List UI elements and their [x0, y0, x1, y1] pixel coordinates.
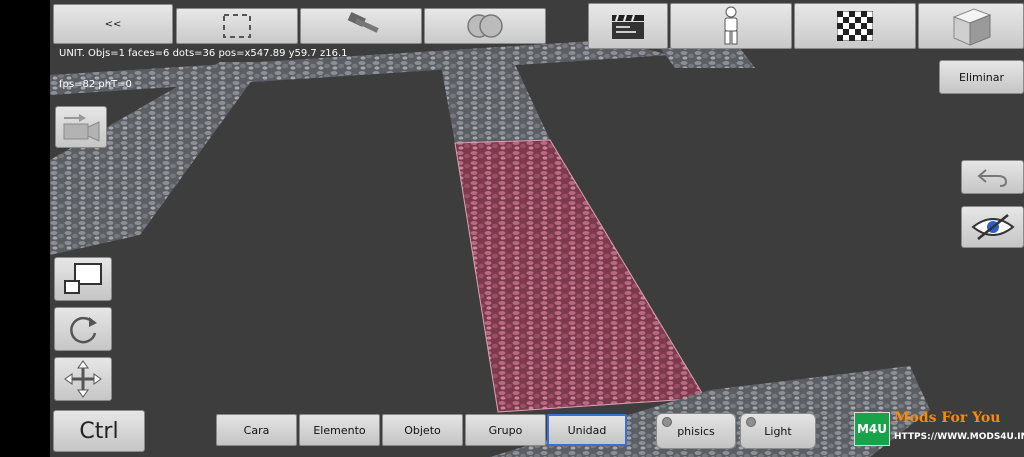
3d-viewport[interactable] — [50, 0, 1024, 457]
mode-cara-button[interactable]: Cara — [216, 414, 297, 446]
delete-button[interactable]: Eliminar — [939, 60, 1024, 94]
mode-objeto-button[interactable]: Objeto — [382, 414, 463, 446]
cube-button[interactable] — [918, 3, 1024, 49]
camera-icon — [63, 114, 100, 142]
clapperboard-icon — [612, 14, 644, 39]
gravel-path-center — [440, 58, 550, 143]
character-button[interactable] — [670, 3, 792, 49]
physics-toggle[interactable]: phisics — [656, 413, 736, 449]
toggle-indicator-icon — [746, 417, 756, 427]
physics-label: phisics — [677, 424, 715, 438]
visibility-toggle-button[interactable] — [961, 206, 1024, 248]
scale-icon — [64, 263, 102, 294]
boolean-button[interactable] — [424, 8, 546, 44]
mode-unidad-button[interactable]: Unidad — [547, 414, 627, 446]
undo-icon — [976, 169, 1007, 187]
gravel-path-right-far — [660, 48, 755, 68]
object-info-readout: UNIT. Objs=1 faces=6 dots=36 pos=x547.89… — [59, 48, 348, 59]
circles-icon — [467, 14, 503, 38]
light-label: Light — [764, 424, 792, 438]
undo-button[interactable] — [961, 160, 1024, 194]
scene-canvas[interactable] — [50, 0, 1024, 457]
select-rect-button[interactable] — [176, 8, 298, 44]
watermark: M4U Mods For You HTTPS://WWW.MODS4U.IN — [854, 410, 1024, 450]
mode-elemento-button[interactable]: Elemento — [299, 414, 380, 446]
camera-button[interactable] — [55, 106, 107, 148]
person-icon — [724, 6, 738, 45]
move-arrows-icon — [64, 360, 102, 398]
fps-readout: fps=82 phT=0 — [59, 79, 132, 90]
collapse-button[interactable]: << — [53, 4, 173, 44]
selected-path-unit[interactable] — [454, 139, 706, 413]
watermark-logo: M4U — [854, 412, 890, 446]
cube-icon — [952, 8, 992, 46]
watermark-brand: Mods For You — [894, 410, 1001, 426]
select-rect-icon — [223, 14, 251, 38]
hammer-button[interactable] — [300, 8, 422, 44]
rotate-button[interactable] — [54, 307, 112, 351]
ctrl-button[interactable]: Ctrl — [53, 410, 145, 452]
toggle-indicator-icon — [662, 417, 672, 427]
hammer-icon — [347, 11, 379, 33]
watermark-url: HTTPS://WWW.MODS4U.IN — [894, 432, 1024, 442]
eye-slash-icon — [970, 214, 1015, 240]
light-toggle[interactable]: Light — [740, 413, 816, 449]
move-button[interactable] — [54, 357, 112, 401]
clapperboard-button[interactable] — [588, 3, 668, 49]
rotate-icon — [70, 316, 97, 344]
checkerboard-icon — [837, 11, 873, 41]
mode-grupo-button[interactable]: Grupo — [465, 414, 546, 446]
texture-button[interactable] — [794, 3, 916, 49]
scale-button[interactable] — [54, 257, 112, 301]
